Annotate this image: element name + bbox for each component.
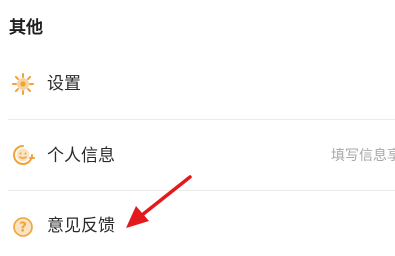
settings-row[interactable]: 设置: [0, 54, 395, 114]
smile-face-icon: [11, 143, 35, 167]
section-title: 其他: [9, 18, 43, 38]
divider: [8, 119, 395, 120]
question-circle-icon: ?: [11, 215, 35, 239]
arrow-annotation-icon: [126, 175, 192, 228]
svg-text:?: ?: [19, 221, 27, 236]
personal-info-hint: 填写信息享: [331, 148, 395, 164]
divider: [8, 190, 395, 191]
settings-label: 设置: [47, 74, 81, 94]
feedback-label: 意见反馈: [47, 216, 115, 236]
gear-icon: [11, 72, 35, 96]
personal-info-label: 个人信息: [47, 146, 115, 166]
